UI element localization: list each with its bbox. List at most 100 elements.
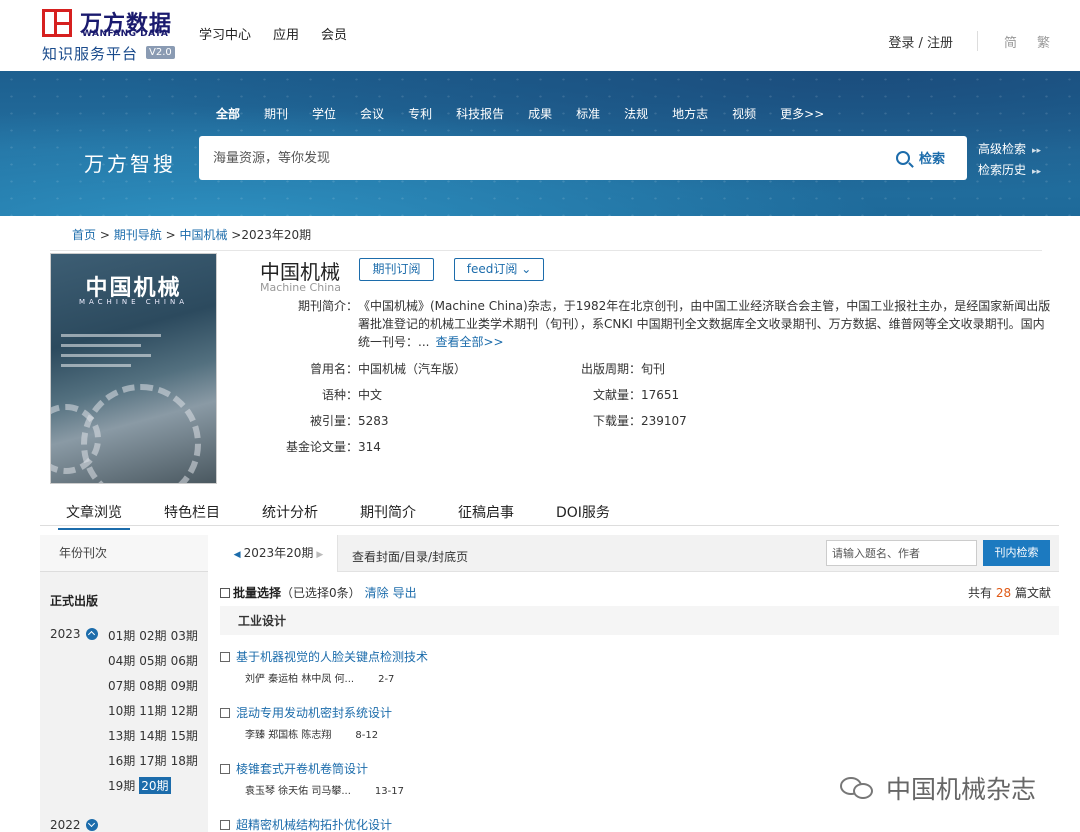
search-history-link[interactable]: 检索历史 ▸▸	[978, 161, 1041, 178]
nav-membership[interactable]: 会员	[321, 24, 347, 43]
issue-link[interactable]: 12期	[171, 702, 198, 719]
search-categories: 全部 期刊 学位 会议 专利 科技报告 成果 标准 法规 地方志 视频 更多>>	[216, 105, 848, 122]
collapse-icon[interactable]	[86, 628, 98, 640]
article-authors[interactable]: 刘俨 秦运柏 林中凤 何...	[245, 674, 354, 685]
article-checkbox[interactable]	[220, 651, 230, 662]
category-all[interactable]: 全部	[216, 105, 240, 122]
export-link[interactable]: 导出	[393, 584, 417, 601]
issue-link[interactable]: 01期	[108, 627, 135, 644]
category-video[interactable]: 视频	[732, 105, 756, 122]
category-achievement[interactable]: 成果	[528, 105, 552, 122]
downloads-label: 下载量：	[592, 414, 641, 428]
year-2023[interactable]: 2023	[50, 627, 81, 641]
issue-link[interactable]: 04期	[108, 652, 135, 669]
issue-link[interactable]: 06期	[171, 652, 198, 669]
issue-link[interactable]: 10期	[108, 702, 135, 719]
article-title-row[interactable]: 基于机器视觉的人脸关键点检测技术	[220, 648, 1059, 665]
year-2022[interactable]: 2022	[50, 818, 81, 832]
logo-subtitle: 知识服务平台	[42, 45, 139, 63]
issue-link[interactable]: 19期	[108, 777, 135, 794]
language-field: 语种：中文	[296, 386, 382, 403]
issue-row: 01期 02期 03期	[108, 627, 202, 644]
article-pages: 2-7	[378, 674, 395, 685]
search-brand: 万方智搜	[84, 152, 176, 176]
article-checkbox[interactable]	[220, 819, 230, 830]
in-journal-search-input[interactable]	[826, 540, 977, 566]
journal-cover-image[interactable]: 中国机械 MACHINE CHINA	[50, 253, 217, 484]
advanced-search-link[interactable]: 高级检索 ▸▸	[978, 140, 1041, 157]
wechat-watermark: 中国机械杂志	[840, 770, 1036, 806]
article-pages: 13-17	[374, 786, 404, 797]
issue-link[interactable]: 17期	[139, 752, 166, 769]
issue-link[interactable]: 09期	[171, 677, 198, 694]
issue-link[interactable]: 18期	[171, 752, 198, 769]
nav-apps[interactable]: 应用	[273, 24, 299, 43]
article-authors[interactable]: 李臻 郑国栋 陈志翔	[245, 730, 331, 741]
breadcrumb-home[interactable]: 首页	[72, 228, 96, 242]
article-title-row[interactable]: 超精密机械结构拓扑优化设计	[220, 816, 1059, 832]
prev-issue-icon[interactable]: ◀	[234, 550, 241, 560]
article-title[interactable]: 超精密机械结构拓扑优化设计	[236, 816, 392, 832]
divider	[40, 525, 1059, 526]
article-title-row[interactable]: 混动专用发动机密封系统设计	[220, 704, 1059, 721]
issue-link[interactable]: 15期	[171, 727, 198, 744]
category-journal[interactable]: 期刊	[264, 105, 288, 122]
total-prefix: 共有	[968, 586, 993, 600]
list-item: 基于机器视觉的人脸关键点检测技术 刘俨 秦运柏 林中凤 何... 2-7	[220, 648, 1059, 685]
issue-link[interactable]: 14期	[139, 727, 166, 744]
issue-link[interactable]: 07期	[108, 677, 135, 694]
subscribe-button[interactable]: 期刊订阅	[359, 258, 434, 281]
category-law[interactable]: 法规	[624, 105, 648, 122]
issue-link[interactable]: 08期	[139, 677, 166, 694]
search-button[interactable]: 检索	[895, 148, 945, 167]
issue-link[interactable]: 16期	[108, 752, 135, 769]
issue-link[interactable]: 11期	[139, 702, 166, 719]
language-label: 语种：	[321, 388, 358, 402]
feed-subscribe-button[interactable]: feed订阅 ⌄	[454, 258, 544, 281]
clear-link[interactable]: 清除	[365, 584, 389, 601]
article-title[interactable]: 棱锥套式开卷机卷筒设计	[236, 760, 368, 777]
former-name-label: 曾用名：	[309, 362, 358, 376]
issue-link[interactable]: 03期	[171, 627, 198, 644]
wechat-icon	[840, 775, 878, 801]
docs-field: 文献量：17651	[576, 386, 679, 403]
breadcrumb-journal[interactable]: 中国机械	[179, 228, 227, 242]
issue-link[interactable]: 13期	[108, 727, 135, 744]
view-all-link[interactable]: 查看全部>>	[435, 335, 503, 349]
search-input[interactable]	[213, 148, 813, 168]
expand-icon[interactable]	[86, 819, 98, 831]
category-conference[interactable]: 会议	[360, 105, 384, 122]
category-patent[interactable]: 专利	[408, 105, 432, 122]
issue-link-current[interactable]: 20期	[139, 777, 171, 794]
article-checkbox[interactable]	[220, 763, 230, 774]
article-title[interactable]: 基于机器视觉的人脸关键点检测技术	[236, 648, 428, 665]
cycle-label: 出版周期：	[580, 362, 641, 376]
article-checkbox[interactable]	[220, 707, 230, 718]
article-authors[interactable]: 袁玉琴 徐天佑 司马攀...	[245, 786, 351, 797]
issue-switcher: ◀ 2023年20期 ▶	[220, 535, 338, 572]
cover-en: MACHINE CHINA	[78, 298, 189, 306]
top-bar: 万方数据 WANFANG DATA 知识服务平台 V2.0 学习中心 应用 会员…	[0, 0, 1080, 71]
top-right: 登录 / 注册 简 繁	[888, 31, 1050, 51]
view-cover-toc-link[interactable]: 查看封面/目录/封底页	[352, 548, 468, 565]
category-tech-report[interactable]: 科技报告	[456, 105, 504, 122]
article-title[interactable]: 混动专用发动机密封系统设计	[236, 704, 392, 721]
category-local-chronicle[interactable]: 地方志	[672, 105, 708, 122]
selected-count: （已选择0条）	[281, 586, 361, 600]
issue-link[interactable]: 05期	[139, 652, 166, 669]
category-standard[interactable]: 标准	[576, 105, 600, 122]
issue-link[interactable]: 02期	[139, 627, 166, 644]
category-more[interactable]: 更多>>	[780, 105, 824, 122]
next-issue-icon[interactable]: ▶	[316, 550, 323, 560]
login-register-link[interactable]: 登录 / 注册	[888, 32, 953, 51]
search-button-label: 检索	[918, 152, 945, 167]
nav-learning-center[interactable]: 学习中心	[199, 24, 251, 43]
wanfang-logo[interactable]: 万方数据 WANFANG DATA 知识服务平台 V2.0	[42, 9, 177, 64]
breadcrumb-journal-nav[interactable]: 期刊导航	[114, 228, 162, 242]
in-journal-search-button[interactable]: 刊内检索	[983, 540, 1050, 566]
category-degree[interactable]: 学位	[312, 105, 336, 122]
lang-traditional[interactable]: 繁	[1037, 32, 1050, 51]
total-count: 共有 28 篇文献	[968, 584, 1051, 601]
lang-simplified[interactable]: 简	[1004, 32, 1017, 51]
batch-checkbox[interactable]	[220, 587, 230, 598]
